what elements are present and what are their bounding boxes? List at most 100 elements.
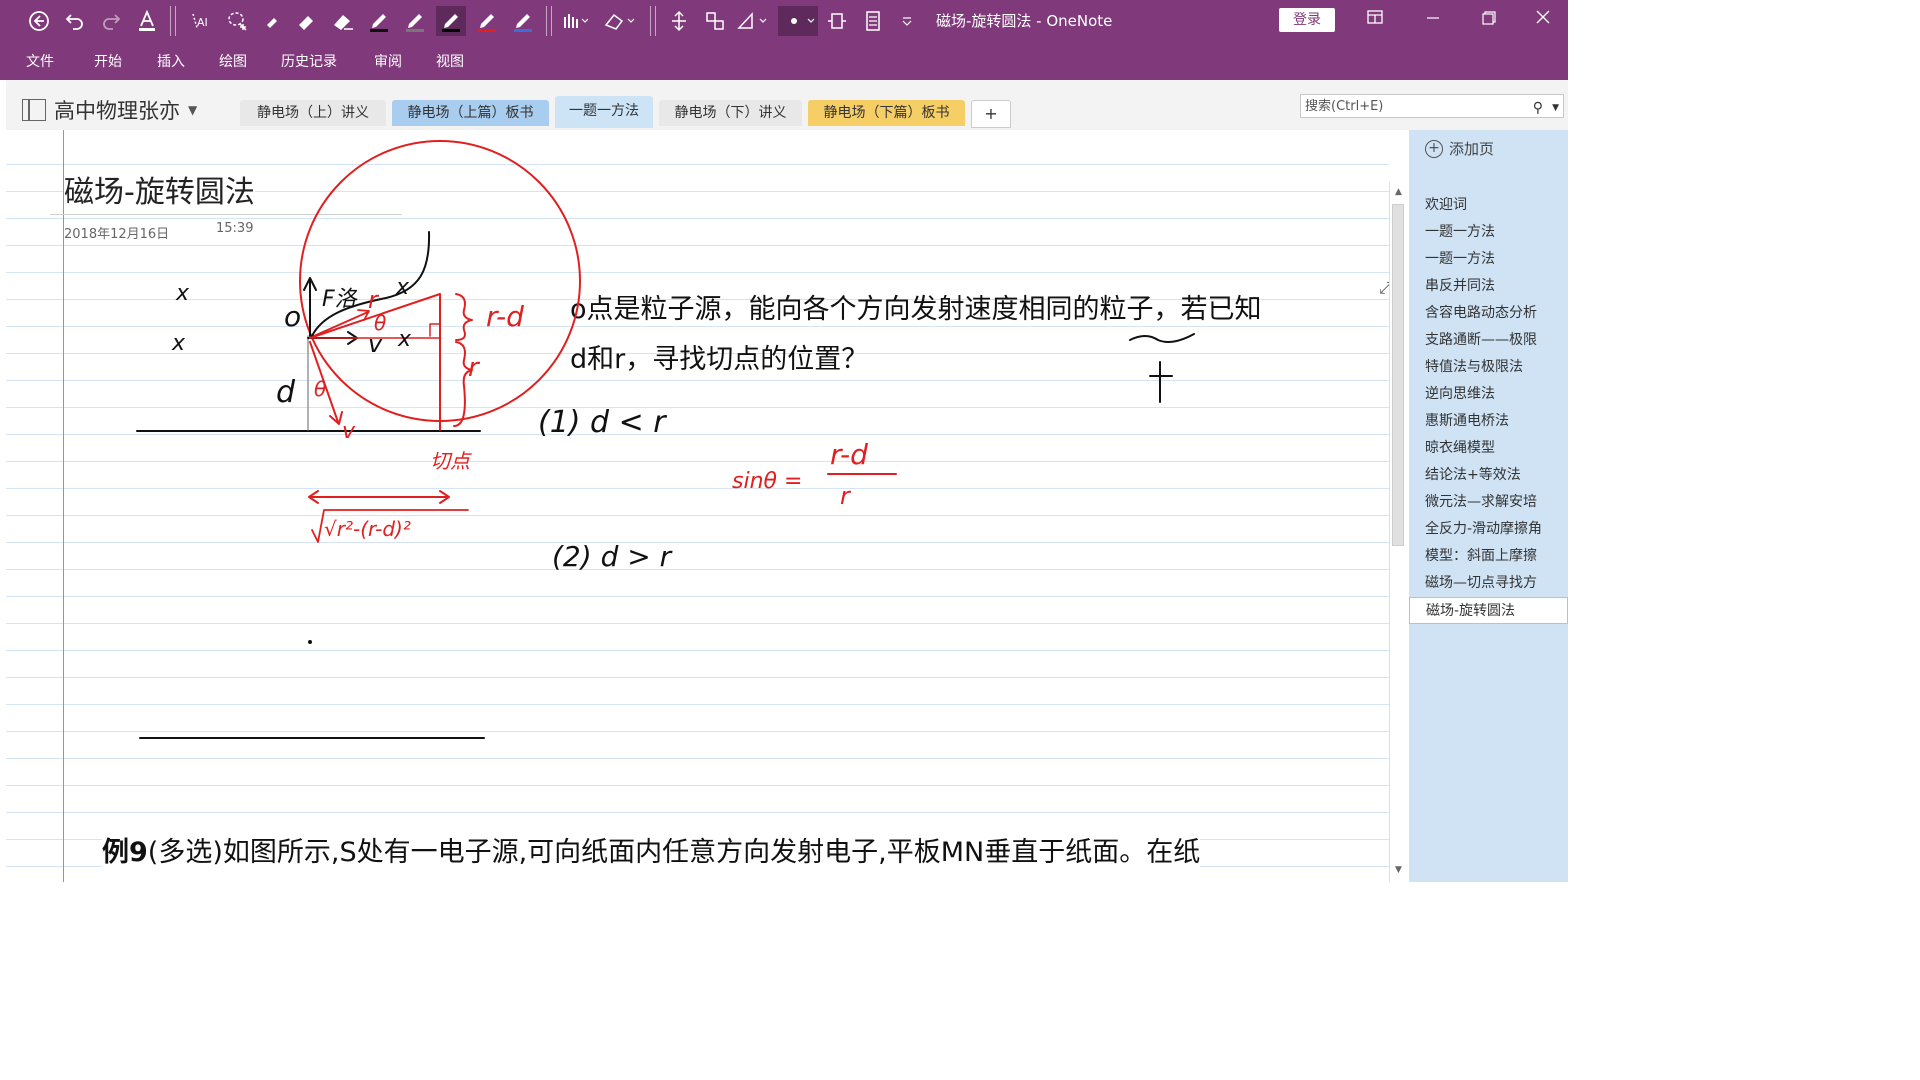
- title-bar: AI 磁场-旋转圆法 - OneNote 登录: [0, 0, 1568, 42]
- search-icon[interactable]: ⚲: [1533, 96, 1543, 120]
- full-page-icon[interactable]: [824, 8, 850, 34]
- pen-black-selected-icon[interactable]: [436, 6, 466, 36]
- pen-blue-icon[interactable]: [510, 8, 536, 34]
- ink-sin-lhs: sinθ =: [732, 469, 802, 494]
- insert-space-icon[interactable]: [666, 8, 692, 34]
- ink-label-x4: x: [397, 327, 412, 352]
- page-list-item[interactable]: 欢迎词: [1409, 192, 1568, 219]
- page-list-item[interactable]: 结论法+等效法: [1409, 462, 1568, 489]
- ink-dot: [308, 640, 312, 644]
- pen-styles-icon[interactable]: [562, 8, 588, 34]
- page-view-icon[interactable]: [860, 8, 886, 34]
- eraser-small-icon[interactable]: [260, 8, 286, 34]
- redo-icon[interactable]: [98, 8, 124, 34]
- ink-label-tangent: 切点: [430, 449, 472, 473]
- notebook-icon: [22, 99, 46, 121]
- pen-gray-icon[interactable]: [402, 8, 428, 34]
- back-icon[interactable]: [26, 8, 52, 34]
- page-list-item[interactable]: 串反并同法: [1409, 273, 1568, 300]
- search-placeholder: 搜索(Ctrl+E): [1305, 99, 1384, 114]
- ink-layer: x x x x o F洛 r θ v d θ v r-d r 切点 √r²-(r…: [136, 140, 1195, 739]
- menu-draw[interactable]: 绘图: [219, 51, 247, 71]
- section-tab-4[interactable]: 静电场（下篇）板书: [808, 100, 965, 126]
- menu-insert[interactable]: 插入: [157, 51, 185, 71]
- ink-case1: (1) d < r: [538, 405, 667, 440]
- ruler-icon[interactable]: [736, 8, 772, 34]
- menu-file[interactable]: 文件: [26, 51, 54, 71]
- ink-label-r-minus-d: r-d: [486, 300, 524, 333]
- ink-label-v-black: v: [368, 330, 383, 358]
- lasso-text-icon[interactable]: AI: [188, 8, 214, 34]
- maximize-icon[interactable]: [1474, 8, 1504, 32]
- customize-icon[interactable]: [894, 8, 920, 34]
- search-input[interactable]: 搜索(Ctrl+E) ⚲ ▼: [1300, 94, 1564, 118]
- menu-home[interactable]: 开始: [94, 51, 122, 71]
- page-scrollbar[interactable]: ▲ ▼: [1389, 182, 1407, 882]
- ink-label-frz: F洛: [322, 287, 359, 312]
- add-page-button[interactable]: + 添加页: [1425, 138, 1494, 159]
- ink-brace-1: [455, 293, 473, 341]
- login-button[interactable]: 登录: [1279, 8, 1335, 32]
- ink-case2: (2) d > r: [552, 540, 673, 573]
- page-list-item[interactable]: 一题一方法: [1409, 219, 1568, 246]
- ink-sin-den: r: [840, 482, 852, 510]
- ink-label-x3: x: [395, 275, 410, 300]
- pen-dot-icon[interactable]: [778, 6, 818, 36]
- ink-label-theta2: θ: [314, 377, 326, 401]
- minimize-icon[interactable]: [1418, 8, 1448, 32]
- lasso-select-icon[interactable]: [224, 8, 250, 34]
- pen-black-icon[interactable]: [366, 8, 392, 34]
- page-list: 欢迎词 一题一方法 一题一方法 串反并同法 含容电路动态分析 支路通断——极限 特值法与极限…: [1409, 192, 1568, 624]
- page-list-item[interactable]: 含容电路动态分析: [1409, 300, 1568, 327]
- page-list-item[interactable]: 全反力-滑动摩擦角: [1409, 516, 1568, 543]
- page-list-item[interactable]: 磁场—切点寻找方: [1409, 570, 1568, 597]
- scroll-down-icon[interactable]: ▼: [1390, 862, 1407, 878]
- shapes-icon[interactable]: [602, 8, 638, 34]
- eraser-large-icon[interactable]: [330, 8, 356, 34]
- ink-double-arrow: [308, 490, 450, 504]
- page-canvas[interactable]: 磁场-旋转圆法 2018年12月16日 15:39 ⤢ o点是粒子源，能向各个方…: [6, 130, 1389, 882]
- page-list-item[interactable]: 模型：斜面上摩擦: [1409, 543, 1568, 570]
- ink-force-arrow: [303, 277, 317, 337]
- page-list-item[interactable]: 微元法—求解安培: [1409, 489, 1568, 516]
- page-list-item[interactable]: 磁场-旋转圆法: [1409, 597, 1568, 624]
- section-tab-2-active[interactable]: 一题一方法: [555, 96, 653, 128]
- close-icon[interactable]: [1528, 8, 1558, 32]
- notebook-selector[interactable]: 高中物理张亦 ▼: [22, 95, 197, 125]
- page-list-item[interactable]: 逆向思维法: [1409, 381, 1568, 408]
- window-title: 磁场-旋转圆法 - OneNote: [936, 12, 1113, 30]
- scroll-up-icon[interactable]: ▲: [1390, 184, 1407, 200]
- menu-review[interactable]: 审阅: [374, 51, 402, 71]
- ink-cross: [1149, 361, 1173, 403]
- ink-to-shape-icon[interactable]: [702, 8, 728, 34]
- ink-wave: [1129, 333, 1195, 343]
- ink-label-sqrt: √r²-(r-d)²: [324, 517, 411, 541]
- notebook-name: 高中物理张亦: [54, 99, 180, 123]
- ink-label-v-red: v: [342, 419, 356, 444]
- page-list-item[interactable]: 晾衣绳模型: [1409, 435, 1568, 462]
- ribbon-tabs: 文件 开始 插入 绘图 历史记录 审阅 视图: [0, 42, 1568, 80]
- page-list-item[interactable]: 惠斯通电桥法: [1409, 408, 1568, 435]
- undo-icon[interactable]: [62, 8, 88, 34]
- scroll-thumb[interactable]: [1392, 204, 1404, 546]
- plus-circle-icon: +: [1425, 139, 1443, 158]
- ink-label-x1: x: [175, 281, 190, 306]
- page-list-item[interactable]: 特值法与极限法: [1409, 354, 1568, 381]
- chevron-down-icon: ▼: [188, 103, 198, 117]
- page-list-panel: + 添加页 欢迎词 一题一方法 一题一方法 串反并同法 含容电路动态分析 支路通断——极限…: [1409, 130, 1568, 882]
- page-list-item[interactable]: 支路通断——极限: [1409, 327, 1568, 354]
- svg-text:AI: AI: [197, 16, 208, 29]
- pen-red-icon[interactable]: [474, 8, 500, 34]
- menu-view[interactable]: 视图: [436, 51, 464, 71]
- font-color-icon[interactable]: [134, 8, 160, 34]
- menu-history[interactable]: 历史记录: [281, 51, 337, 71]
- page-list-item[interactable]: 一题一方法: [1409, 246, 1568, 273]
- section-tab-1[interactable]: 静电场（上篇）板书: [392, 100, 549, 126]
- search-scope-dropdown-icon[interactable]: ▼: [1552, 96, 1559, 120]
- restore-layout-icon[interactable]: [1360, 8, 1390, 32]
- add-section-button[interactable]: +: [971, 100, 1011, 128]
- section-tab-0[interactable]: 静电场（上）讲义: [240, 100, 386, 126]
- ink-label-d: d: [276, 375, 296, 410]
- eraser-icon[interactable]: [294, 8, 320, 34]
- section-tab-3[interactable]: 静电场（下）讲义: [659, 100, 802, 126]
